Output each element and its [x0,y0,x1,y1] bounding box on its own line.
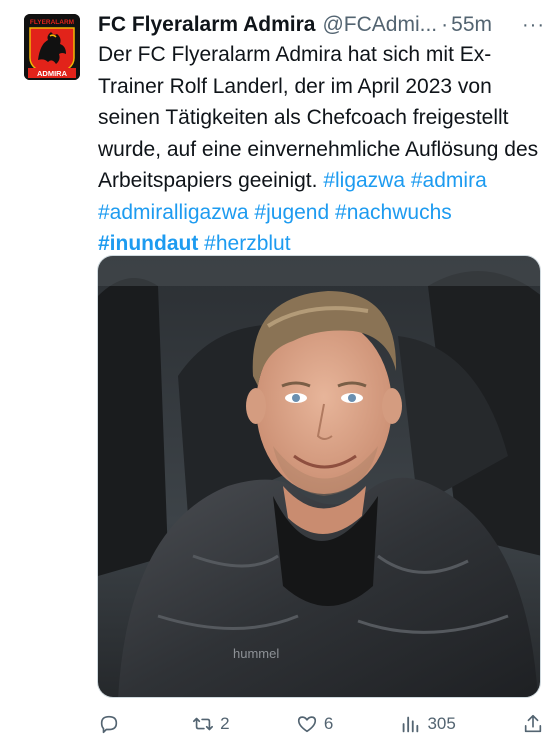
views-icon [403,716,419,733]
like-icon [297,716,316,733]
hashtag-inundaut[interactable]: #inundaut [98,232,198,255]
author-name[interactable]: FC Flyeralarm Admira [98,13,315,37]
share-icon [524,714,542,733]
tweet-text: Der FC Flyeralarm Admira hat sich mit Ex… [98,39,546,260]
hashtag-jugend[interactable]: #jugend [254,201,329,224]
tweet-media-image[interactable]: hummel [97,255,541,698]
views-count: 305 [427,714,456,733]
tweet-actions-bar: 2 6 305 [98,708,544,740]
author-handle[interactable]: @FCAdmi... [322,13,437,37]
hashtag-ligazwa[interactable]: #ligazwa [323,169,405,192]
admira-logo-icon: FLYERALARM ADMIRA [24,14,80,80]
hashtag-admira[interactable]: #admira [411,169,487,192]
header-separator: · [441,13,449,36]
like-button[interactable]: 6 [296,713,333,735]
tweet-header: FC Flyeralarm Admira @FCAdmi... · 55m ··… [98,10,545,40]
hashtag-herzblut[interactable]: #herzblut [204,232,290,255]
svg-text:ADMIRA: ADMIRA [37,69,68,78]
svg-text:FLYERALARM: FLYERALARM [30,19,74,26]
share-button[interactable] [522,713,544,735]
jacket-brand-logo: hummel [233,646,279,661]
like-count: 6 [323,714,334,733]
more-options-icon[interactable]: ··· [522,14,545,37]
retweet-button[interactable]: 2 [192,713,230,735]
views-button[interactable]: 305 [399,713,456,735]
retweet-count: 2 [220,714,230,733]
hashtag-nachwuchs[interactable]: #nachwuchs [335,201,452,224]
coach-photo: hummel [98,256,540,697]
reply-button[interactable] [98,713,126,735]
tweet-timestamp[interactable]: 55m [451,13,492,37]
author-avatar[interactable]: FLYERALARM ADMIRA [24,14,80,80]
retweet-icon [193,717,214,731]
reply-icon [100,715,118,734]
hashtag-admiralligazwa[interactable]: #admiralligazwa [98,201,249,224]
